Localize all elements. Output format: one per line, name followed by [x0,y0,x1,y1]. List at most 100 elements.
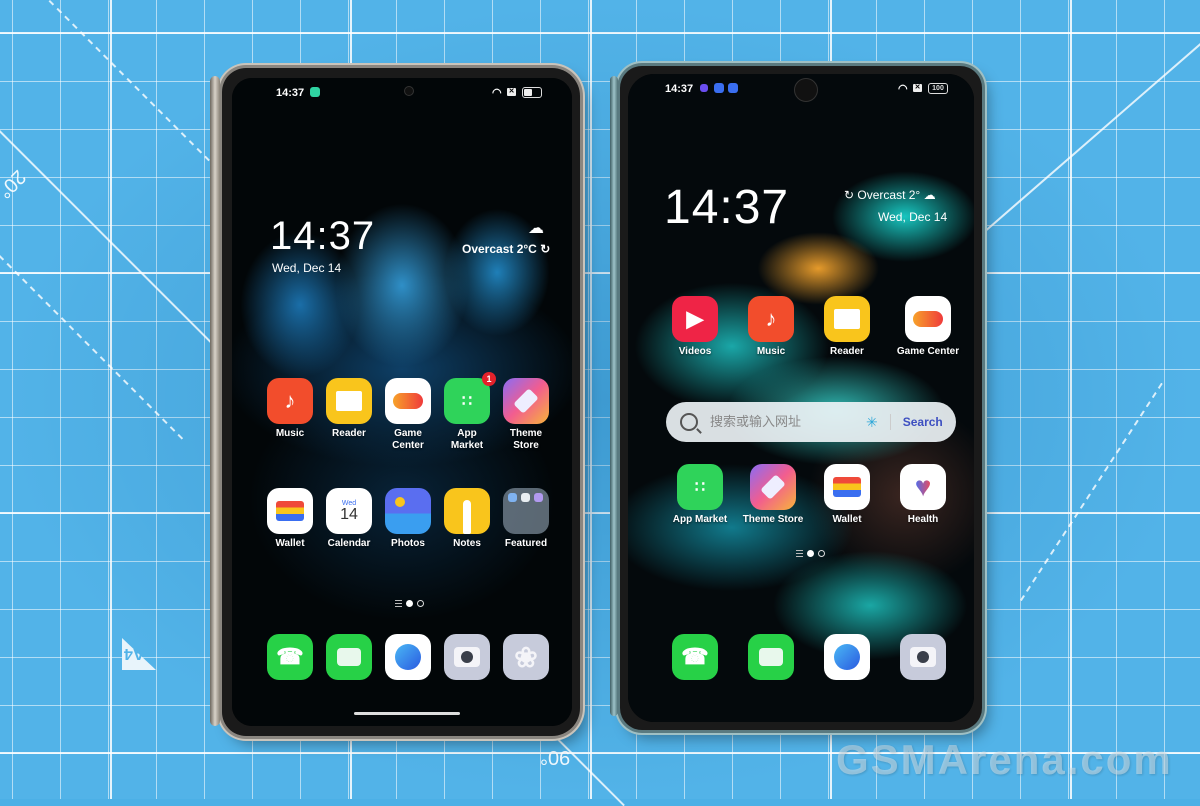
gesture-bar[interactable] [354,712,460,715]
heart-icon: ♥ [900,464,946,510]
app-music[interactable]: ♪ Music [741,296,801,358]
dock-camera[interactable] [437,634,497,680]
app-label: Notes [453,538,481,549]
notification-icon [728,83,738,93]
folder-icon [503,488,549,534]
notification-icon [310,87,320,97]
folder-featured[interactable]: Featured [496,488,556,550]
notification-icon [700,84,708,92]
page-dot[interactable] [417,600,424,607]
dock-phone[interactable]: ☎ [665,634,725,680]
app-label: Reader [830,346,864,357]
app-label: Game Center [896,346,960,357]
mat-a4-label: A4 [124,645,145,662]
search-input[interactable] [708,413,852,431]
dock-messages[interactable] [741,634,801,680]
music-note-icon: ♪ [267,378,313,424]
messages-icon [326,634,372,680]
app-wallet[interactable]: Wallet [260,488,320,550]
page-indicator[interactable] [796,550,825,557]
browser-planet-icon [824,634,870,680]
lockscreen-date: Wed, Dec 14 [272,261,342,275]
app-theme-store[interactable]: Theme Store [738,464,808,526]
no-sim-icon: ✕ [913,84,922,92]
app-label: Wallet [832,514,862,525]
front-camera [404,86,414,96]
page-dot-active[interactable] [406,600,413,607]
app-label: App Market [450,428,484,451]
app-notes[interactable]: Notes [437,488,497,550]
app-label: Featured [504,538,548,549]
hinge [210,76,220,726]
left-phone: 14:37 ◠ ✕ 14:37 Wed, Dec 14 ☁ Overcast 2… [210,68,580,736]
wallet-icon [267,488,313,534]
status-bar: 14:37 ◠ ✕ 100 [628,74,974,102]
assistant-spark-icon[interactable]: ✳ [866,414,878,431]
dock-messages[interactable] [319,634,379,680]
music-note-icon: ♪ [748,296,794,342]
lockscreen-clock: 14:37 [664,181,790,234]
dock-browser[interactable] [817,634,877,680]
shopping-bag-icon: ∷ 1 [444,372,496,424]
app-theme-store[interactable]: Theme Store [496,378,556,452]
mat-shading [0,0,1200,799]
app-game-center[interactable]: Game Center [378,378,438,452]
weather-label: Overcast 2° [857,188,921,202]
notification-badge: 1 [482,372,496,386]
refresh-icon[interactable]: ↻ [844,188,854,202]
refresh-icon[interactable]: ↻ [540,242,550,256]
no-sim-icon: ✕ [507,88,516,96]
app-wallet[interactable]: Wallet [817,464,877,526]
status-time: 14:37 [665,83,694,95]
page-dot[interactable] [818,550,825,557]
status-bar: 14:37 ◠ ✕ [232,78,572,102]
page-dot-active[interactable] [807,550,814,557]
battery-icon: 100 [928,83,948,94]
dock-browser[interactable] [378,634,438,680]
phone-icon: ☎ [267,634,313,680]
app-list-icon[interactable] [395,600,402,607]
app-label: Theme Store [509,428,543,451]
calendar-icon: Wed 14 [326,488,372,534]
settings-gear-icon: ❀ [503,634,549,680]
paintbrush-icon [750,464,796,510]
page-indicator[interactable] [395,600,424,607]
dock-camera[interactable] [893,634,953,680]
phone-icon: ☎ [672,634,718,680]
mat-angle-label: 90° [540,746,571,768]
battery-level [524,89,533,96]
app-health[interactable]: ♥ Health [893,464,953,526]
app-app-market[interactable]: ∷ 1 App Market [437,372,497,452]
app-reader[interactable]: Reader [319,378,379,440]
notification-icon [714,83,724,93]
lockscreen-date: Wed, Dec 14 [878,210,948,224]
cloud-icon: ☁ [528,220,544,237]
app-videos[interactable]: ▶ Videos [665,296,725,358]
dock-settings[interactable]: ❀ [496,634,556,680]
app-label: Reader [332,428,366,439]
right-phone-screen: 14:37 ◠ ✕ 100 14:37 ↻ Overcast 2° ☁ Wed,… [628,74,974,722]
search-widget[interactable]: ✳ Search [666,402,956,442]
app-list-icon[interactable] [796,550,803,557]
camera-icon [900,634,946,680]
divider [889,414,891,430]
app-calendar[interactable]: Wed 14 Calendar [319,488,379,550]
gamepad-icon [385,378,431,424]
app-app-market[interactable]: ∷ App Market [665,464,735,526]
wallet-icon [824,464,870,510]
app-game-center[interactable]: Game Center [893,296,963,358]
app-music[interactable]: ♪ Music [260,378,320,440]
app-label: Game Center [392,428,424,451]
weather-text: ↻ Overcast 2° ☁ [844,188,936,202]
dock-phone[interactable]: ☎ [260,634,320,680]
cloud-icon: ☁ [923,188,936,202]
wifi-icon: ◠ [898,83,908,95]
app-reader[interactable]: Reader [817,296,877,358]
app-label: Health [907,514,939,525]
calendar-date: 14 [340,505,358,523]
search-button[interactable]: Search [903,415,943,429]
app-photos[interactable]: Photos [378,488,438,550]
app-label: Theme Store [742,514,804,525]
app-label: App Market [672,514,728,525]
app-label: Calendar [327,538,371,549]
